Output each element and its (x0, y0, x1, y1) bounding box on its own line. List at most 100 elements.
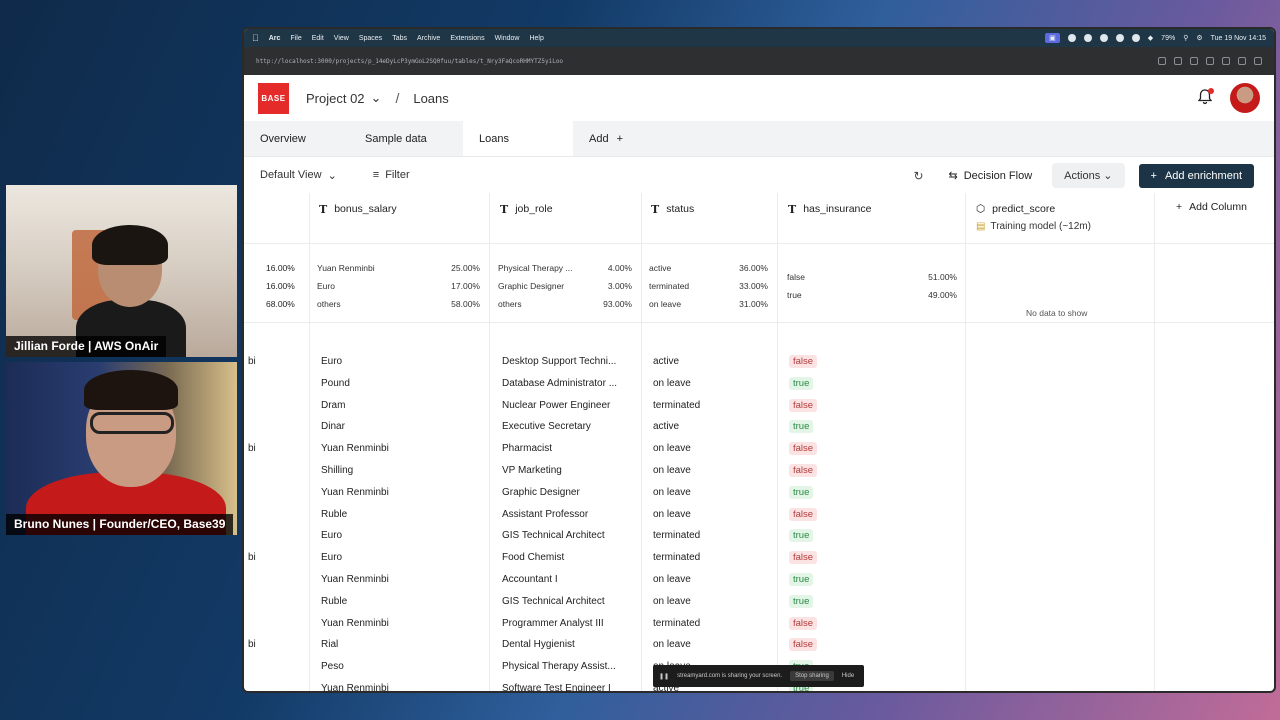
control-center-icon[interactable]: ⚙ (1196, 34, 1202, 42)
cell-status[interactable]: on leave (653, 378, 773, 389)
cell-bonus-salary[interactable]: Yuan Renminbi (321, 443, 481, 454)
menu-arc[interactable]: Arc (269, 35, 281, 42)
hide-button[interactable]: Hide (842, 673, 854, 679)
address-bar[interactable]: http://localhost:3000/projects/p_14eDyLc… (244, 47, 1274, 75)
cell-bonus-salary[interactable]: Yuan Renminbi (321, 487, 481, 498)
tray-icon[interactable] (1083, 34, 1092, 42)
tray-icon[interactable] (1099, 34, 1108, 42)
insurance-pill[interactable]: false (789, 551, 818, 565)
tab-loans[interactable]: Loans (463, 121, 573, 156)
screen-share-icon[interactable]: ▣ (1045, 33, 1060, 43)
cell-bonus-salary[interactable]: Ruble (321, 509, 481, 520)
insurance-pill[interactable]: true (789, 485, 814, 499)
cell-bonus-salary[interactable]: Peso (321, 661, 481, 672)
cell-status[interactable]: on leave (653, 443, 773, 454)
cell-job-role[interactable]: Assistant Professor (502, 509, 632, 520)
menu-tabs[interactable]: Tabs (392, 35, 407, 42)
insurance-pill[interactable]: false (789, 355, 818, 368)
link-icon[interactable] (1158, 57, 1166, 65)
decision-flow-button[interactable]: ⇆ Decision Flow (948, 169, 1032, 183)
cell-job-role[interactable]: VP Marketing (502, 465, 632, 476)
project-selector[interactable]: Project 02 ⌄ (306, 90, 381, 106)
menu-window[interactable]: Window (495, 35, 520, 42)
cell-bonus-salary[interactable]: Rial (321, 639, 481, 650)
user-avatar[interactable] (1230, 83, 1260, 113)
tab-overview[interactable]: Overview (244, 121, 349, 156)
cell-bonus-salary[interactable]: Euro (321, 552, 481, 563)
cell-bonus-salary[interactable]: Yuan Renminbi (321, 683, 481, 691)
actions-dropdown[interactable]: Actions ⌄ (1052, 163, 1125, 188)
cell-status[interactable]: terminated (653, 400, 773, 411)
base-logo[interactable]: BASE (258, 82, 289, 114)
tray-icon[interactable] (1115, 34, 1124, 42)
url-text[interactable]: http://localhost:3000/projects/p_14eDyLc… (256, 58, 1158, 65)
cell-status[interactable]: on leave (653, 509, 773, 520)
cell-bonus-salary[interactable]: Shilling (321, 465, 481, 476)
cell-bonus-salary[interactable]: Euro (321, 356, 481, 367)
notification-bell-icon[interactable] (1197, 88, 1214, 105)
insurance-pill[interactable]: true (789, 376, 814, 390)
tray-icon[interactable] (1131, 34, 1140, 42)
filter-button[interactable]: ≡ Filter (373, 169, 410, 181)
cell-status[interactable]: on leave (653, 596, 773, 607)
column-header-status[interactable]: T status (651, 193, 694, 243)
column-header-has-insurance[interactable]: T has_insurance (788, 193, 871, 243)
cell-status[interactable]: on leave (653, 465, 773, 476)
insurance-pill[interactable]: false (789, 507, 818, 521)
cell-job-role[interactable]: Database Administrator ... (502, 378, 632, 389)
cell-status[interactable]: on leave (653, 639, 773, 650)
extension-icon[interactable] (1190, 57, 1198, 65)
wifi-icon[interactable]: ◆ (1148, 34, 1153, 42)
cell-job-role[interactable]: Executive Secretary (502, 421, 632, 432)
cell-truncated[interactable]: bi (248, 443, 268, 454)
extension-icon[interactable] (1254, 57, 1262, 65)
insurance-pill[interactable]: false (789, 638, 818, 652)
insurance-pill[interactable]: true (789, 529, 814, 543)
cell-status[interactable]: active (653, 421, 773, 432)
cell-truncated[interactable]: bi (248, 639, 268, 650)
apple-icon[interactable]:  (252, 33, 259, 43)
insurance-pill[interactable]: false (789, 616, 818, 630)
cell-bonus-salary[interactable]: Dinar (321, 421, 481, 432)
breadcrumb-current[interactable]: Loans (413, 91, 448, 106)
add-column-button[interactable]: + Add Column (1176, 193, 1247, 243)
cell-job-role[interactable]: Programmer Analyst III (502, 618, 632, 629)
cell-job-role[interactable]: Pharmacist (502, 443, 632, 454)
add-enrichment-button[interactable]: + Add enrichment (1138, 163, 1254, 188)
tab-sample-data[interactable]: Sample data (349, 121, 463, 156)
menu-extensions[interactable]: Extensions (450, 35, 484, 42)
refresh-icon[interactable]: ↻ (906, 169, 930, 183)
tab-add[interactable]: Add + (573, 121, 639, 156)
column-header-bonus-salary[interactable]: T bonus_salary (319, 193, 397, 243)
column-header-job-role[interactable]: T job_role (500, 193, 553, 243)
cell-bonus-salary[interactable]: Euro (321, 530, 481, 541)
cell-status[interactable]: terminated (653, 530, 773, 541)
cell-bonus-salary[interactable]: Yuan Renminbi (321, 574, 481, 585)
cell-job-role[interactable]: GIS Technical Architect (502, 530, 632, 541)
extension-icon[interactable] (1222, 57, 1230, 65)
insurance-pill[interactable]: false (789, 464, 818, 477)
menu-archive[interactable]: Archive (417, 35, 440, 42)
cell-status[interactable]: terminated (653, 552, 773, 563)
extension-icon[interactable] (1206, 57, 1214, 65)
cell-job-role[interactable]: Food Chemist (502, 552, 632, 563)
menu-view[interactable]: View (334, 35, 349, 42)
cell-job-role[interactable]: Physical Therapy Assist... (502, 661, 632, 672)
view-selector[interactable]: Default View ⌄ (260, 169, 337, 182)
cell-job-role[interactable]: Graphic Designer (502, 487, 632, 498)
insurance-pill[interactable]: false (789, 442, 818, 456)
search-icon[interactable]: ⚲ (1183, 34, 1188, 42)
cell-status[interactable]: on leave (653, 574, 773, 585)
extension-icon[interactable] (1238, 57, 1246, 65)
cell-job-role[interactable]: Desktop Support Techni... (502, 356, 632, 367)
menu-edit[interactable]: Edit (312, 35, 324, 42)
cell-truncated[interactable]: bi (248, 552, 268, 563)
cell-bonus-salary[interactable]: Dram (321, 400, 481, 411)
stop-sharing-button[interactable]: Stop sharing (790, 671, 834, 681)
cell-job-role[interactable]: Software Test Engineer I (502, 683, 632, 691)
extension-icon[interactable] (1174, 57, 1182, 65)
cell-status[interactable]: active (653, 356, 773, 367)
cell-job-role[interactable]: Dental Hygienist (502, 639, 632, 650)
insurance-pill[interactable]: true (789, 594, 814, 608)
menu-file[interactable]: File (290, 35, 301, 42)
